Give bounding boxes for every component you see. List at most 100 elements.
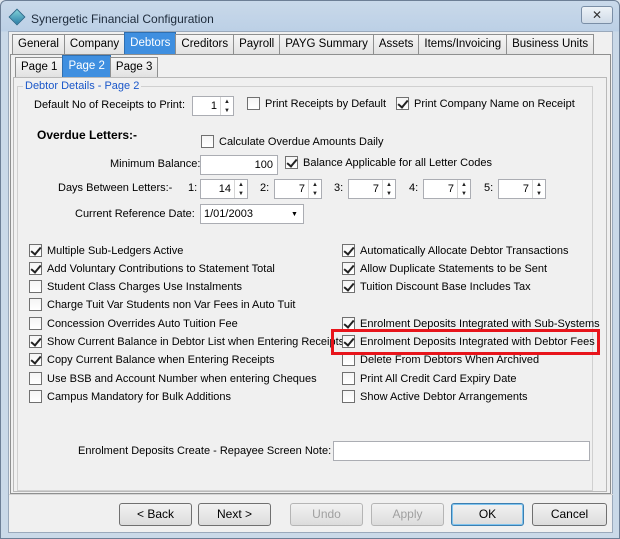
checkbox-box[interactable] (201, 135, 214, 148)
config-window: Synergetic Financial Configuration ✕ Gen… (0, 0, 620, 539)
tab-creditors[interactable]: Creditors (175, 34, 235, 54)
spin-up-icon[interactable]: ▲ (533, 180, 545, 189)
cancel-button[interactable]: Cancel (532, 503, 607, 526)
tab-items-invoicing[interactable]: Items/Invoicing (418, 34, 508, 54)
page-tab-bar: Page 1 Page 2 Page 3 (15, 55, 159, 77)
tab-page-3[interactable]: Page 3 (109, 57, 159, 77)
spin-down-icon[interactable]: ▼ (533, 189, 545, 198)
window-title: Synergetic Financial Configuration (31, 12, 214, 26)
left-option-0[interactable]: Multiple Sub-Ledgers Active (29, 244, 183, 257)
checkbox-box[interactable] (29, 372, 42, 385)
spin-down-icon[interactable]: ▼ (221, 106, 233, 115)
button-separator (9, 494, 613, 495)
undo-button[interactable]: Undo (290, 503, 363, 526)
checkbox-box[interactable] (29, 353, 42, 366)
checkbox-box[interactable] (29, 298, 42, 311)
checkbox-box[interactable] (29, 262, 42, 275)
left-option-1[interactable]: Add Voluntary Contributions to Statement… (29, 262, 275, 275)
checkbox-label: Campus Mandatory for Bulk Additions (47, 390, 232, 403)
spin-up-icon[interactable]: ▲ (458, 180, 470, 189)
back-button[interactable]: < Back (119, 503, 192, 526)
checkbox-box[interactable] (342, 372, 355, 385)
spin-down-icon[interactable]: ▼ (383, 189, 395, 198)
spin-up-icon[interactable]: ▲ (221, 97, 233, 106)
checkbox-label: Print Company Name on Receipt (414, 97, 575, 110)
spin-down-icon[interactable]: ▼ (309, 189, 321, 198)
letter-1-label: 1: (188, 182, 198, 194)
tab-assets[interactable]: Assets (372, 34, 420, 54)
checkbox-box[interactable] (29, 335, 42, 348)
checkbox-box[interactable] (29, 244, 42, 257)
tab-payroll[interactable]: Payroll (233, 34, 281, 54)
checkbox-box[interactable] (396, 97, 409, 110)
checkbox-box[interactable] (342, 262, 355, 275)
tab-payg-summary[interactable]: PAYG Summary (279, 34, 374, 54)
right-option-6[interactable]: Print All Credit Card Expiry Date (342, 372, 517, 385)
spin-up-icon[interactable]: ▲ (383, 180, 395, 189)
ref-date-value[interactable]: 1/01/2003 (201, 205, 286, 223)
checkbox-label: Automatically Allocate Debtor Transactio… (360, 244, 569, 257)
checkbox-box[interactable] (29, 390, 42, 403)
tab-business-units[interactable]: Business Units (506, 34, 595, 54)
checkbox-box[interactable] (342, 280, 355, 293)
tab-page-2[interactable]: Page 2 (62, 55, 111, 77)
tab-page-1[interactable]: Page 1 (15, 57, 64, 77)
checkbox-box[interactable] (247, 97, 260, 110)
print-company-name-checkbox[interactable]: Print Company Name on Receipt (396, 97, 575, 110)
receipts-spinner[interactable]: 1 ▲ ▼ (192, 96, 234, 116)
title-bar: Synergetic Financial Configuration ✕ (1, 1, 619, 31)
spinner-value[interactable]: 7 (349, 180, 382, 198)
letter-4-days-spinner[interactable]: 7 ▲ ▼ (423, 179, 471, 199)
balance-applicable-checkbox[interactable]: Balance Applicable for all Letter Codes (285, 156, 492, 169)
receipts-value[interactable]: 1 (193, 97, 220, 115)
apply-button[interactable]: Apply (371, 503, 444, 526)
spinner-value[interactable]: 7 (275, 180, 308, 198)
next-button[interactable]: Next > (198, 503, 271, 526)
min-balance-input[interactable]: 100 (200, 155, 278, 175)
right-option-2[interactable]: Tuition Discount Base Includes Tax (342, 280, 531, 293)
left-option-7[interactable]: Use BSB and Account Number when entering… (29, 372, 317, 385)
checkbox-label: Charge Tuit Var Students non Var Fees in… (47, 298, 296, 311)
chevron-down-icon[interactable]: ▼ (286, 205, 303, 223)
letter-5-days-spinner[interactable]: 7 ▲ ▼ (498, 179, 546, 199)
checkbox-label: Add Voluntary Contributions to Statement… (47, 262, 275, 275)
letter-2-days-spinner[interactable]: 7 ▲ ▼ (274, 179, 322, 199)
close-button[interactable]: ✕ (581, 6, 613, 24)
ok-button[interactable]: OK (451, 503, 524, 526)
spinner-value[interactable]: 7 (499, 180, 532, 198)
spin-down-icon[interactable]: ▼ (235, 189, 247, 198)
checkbox-box[interactable] (342, 390, 355, 403)
checkbox-box[interactable] (342, 244, 355, 257)
tab-general[interactable]: General (12, 34, 65, 54)
right-option-7[interactable]: Show Active Debtor Arrangements (342, 390, 528, 403)
spin-up-icon[interactable]: ▲ (309, 180, 321, 189)
checkbox-label: Print All Credit Card Expiry Date (360, 372, 517, 385)
right-option-1[interactable]: Allow Duplicate Statements to be Sent (342, 262, 547, 275)
left-option-8[interactable]: Campus Mandatory for Bulk Additions (29, 390, 231, 403)
repayee-note-input[interactable] (333, 441, 590, 461)
left-option-2[interactable]: Student Class Charges Use Instalments (29, 280, 242, 293)
right-option-0[interactable]: Automatically Allocate Debtor Transactio… (342, 244, 569, 257)
checkbox-label: Show Active Debtor Arrangements (360, 390, 528, 403)
left-option-6[interactable]: Copy Current Balance when Entering Recei… (29, 353, 274, 366)
spin-up-icon[interactable]: ▲ (235, 180, 247, 189)
letter-4-label: 4: (409, 182, 419, 194)
left-option-5[interactable]: Show Current Balance in Debtor List when… (29, 335, 344, 348)
print-receipts-default-checkbox[interactable]: Print Receipts by Default (247, 97, 386, 110)
checkbox-box[interactable] (285, 156, 298, 169)
spinner-value[interactable]: 14 (201, 180, 234, 198)
tab-debtors[interactable]: Debtors (124, 32, 177, 54)
left-option-3[interactable]: Charge Tuit Var Students non Var Fees in… (29, 298, 295, 311)
letter-3-days-spinner[interactable]: 7 ▲ ▼ (348, 179, 396, 199)
spin-down-icon[interactable]: ▼ (458, 189, 470, 198)
letter-1-days-spinner[interactable]: 14 ▲ ▼ (200, 179, 248, 199)
left-option-4[interactable]: Concession Overrides Auto Tuition Fee (29, 317, 238, 330)
tab-company[interactable]: Company (63, 34, 126, 54)
checkbox-box[interactable] (29, 280, 42, 293)
checkbox-label: Use BSB and Account Number when entering… (47, 372, 317, 385)
calc-overdue-daily-checkbox[interactable]: Calculate Overdue Amounts Daily (201, 135, 383, 148)
min-balance-label: Minimum Balance: (110, 158, 201, 170)
ref-date-picker[interactable]: 1/01/2003 ▼ (200, 204, 304, 224)
checkbox-box[interactable] (29, 317, 42, 330)
spinner-value[interactable]: 7 (424, 180, 457, 198)
